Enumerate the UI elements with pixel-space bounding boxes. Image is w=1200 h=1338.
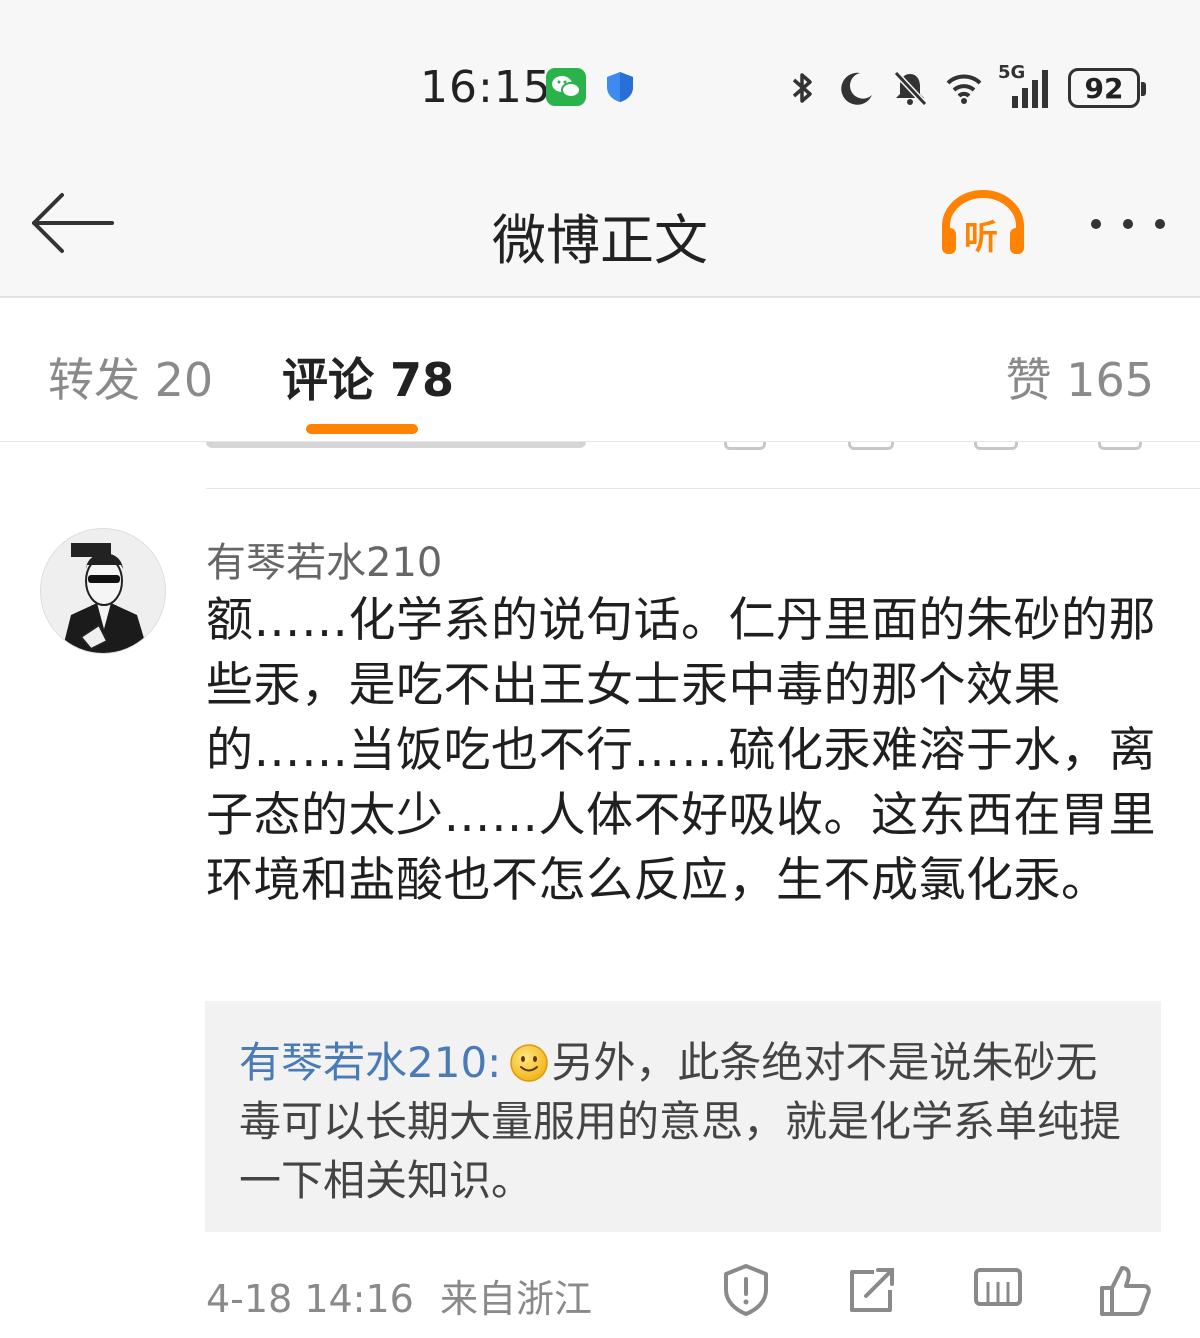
tab-comments[interactable]: 评论 78 bbox=[282, 344, 454, 410]
active-tab-indicator bbox=[306, 424, 418, 434]
reply-box[interactable]: 有琴若水210: 另外，此条绝对不是说朱砂无毒可以长期大量服用的意思，就是化学系… bbox=[205, 1001, 1161, 1232]
wechat-icon bbox=[546, 68, 586, 106]
like-icon[interactable] bbox=[1096, 1262, 1152, 1318]
status-icons: 5G 92 bbox=[782, 62, 1146, 112]
comment-date: 4-18 14:16 bbox=[206, 1277, 414, 1321]
comment-meta: 4-18 14:16 来自浙江 bbox=[206, 1268, 592, 1323]
battery-icon: 92 bbox=[1068, 68, 1146, 108]
status-time: 16:15 bbox=[420, 62, 552, 113]
comment-divider bbox=[206, 488, 1200, 489]
tab-bar: 转发 20 评论 78 赞 165 bbox=[0, 300, 1200, 442]
listen-label: 听 bbox=[964, 218, 998, 258]
smile-emoji-icon bbox=[510, 1044, 549, 1082]
avatar[interactable] bbox=[40, 528, 166, 654]
comment-username[interactable]: 有琴若水210 bbox=[206, 530, 442, 588]
moon-icon bbox=[841, 72, 872, 105]
battery-level: 92 bbox=[1084, 71, 1124, 105]
report-icon[interactable] bbox=[718, 1262, 774, 1318]
bluetooth-icon bbox=[792, 73, 812, 103]
status-bar: 16:15 5G 92 bbox=[0, 0, 1200, 150]
comment-icon[interactable] bbox=[970, 1262, 1026, 1318]
reply-username[interactable]: 有琴若水210: bbox=[239, 1038, 501, 1087]
tab-likes[interactable]: 赞 165 bbox=[1006, 344, 1154, 410]
comment-location: 来自浙江 bbox=[439, 1277, 592, 1321]
more-dots-icon[interactable] bbox=[1086, 212, 1170, 236]
signal-icon: 5G bbox=[998, 62, 1054, 110]
wifi-icon bbox=[946, 74, 982, 104]
listen-button[interactable]: 听 bbox=[938, 190, 1028, 260]
mute-bell-icon bbox=[893, 70, 928, 107]
comment-footer: 4-18 14:16 来自浙江 bbox=[206, 1262, 1200, 1332]
comment-text: 额……化学系的说句话。仁丹里面的朱砂的那些汞，是吃不出王女士汞中毒的那个效果的…… bbox=[206, 593, 1156, 908]
shield-icon bbox=[604, 70, 636, 104]
tab-repost[interactable]: 转发 20 bbox=[48, 344, 213, 410]
share-icon[interactable] bbox=[844, 1262, 900, 1318]
nav-bar: 微博正文 听 bbox=[0, 150, 1200, 298]
